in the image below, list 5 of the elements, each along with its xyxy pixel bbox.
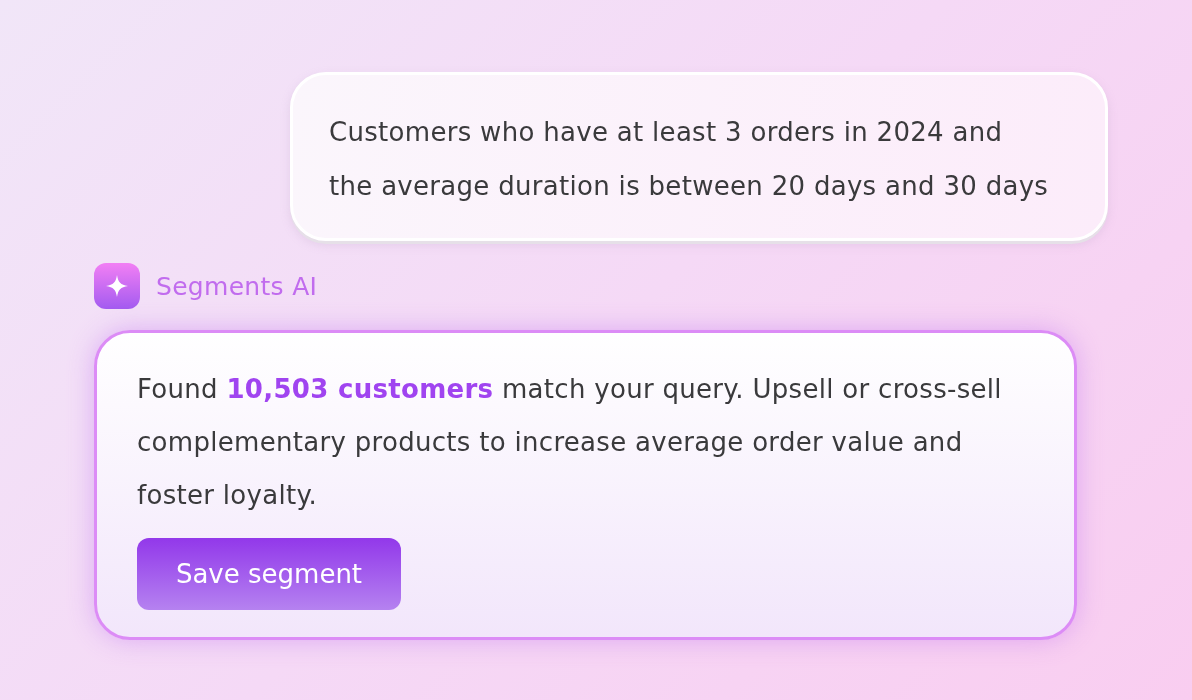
user-message-text: Customers who have at least 3 orders in 2024 and the average duration is between 20 days and 30 days	[329, 116, 1050, 203]
save-segment-button[interactable]: Save segment	[137, 538, 401, 610]
sparkle-icon	[94, 263, 140, 309]
assistant-message-text: Found 10,503 customers match your query. Upsell or cross-sell complementary products to increase average order value and foster loyalty.	[137, 373, 1003, 512]
assistant-name: Segments AI	[156, 271, 318, 301]
